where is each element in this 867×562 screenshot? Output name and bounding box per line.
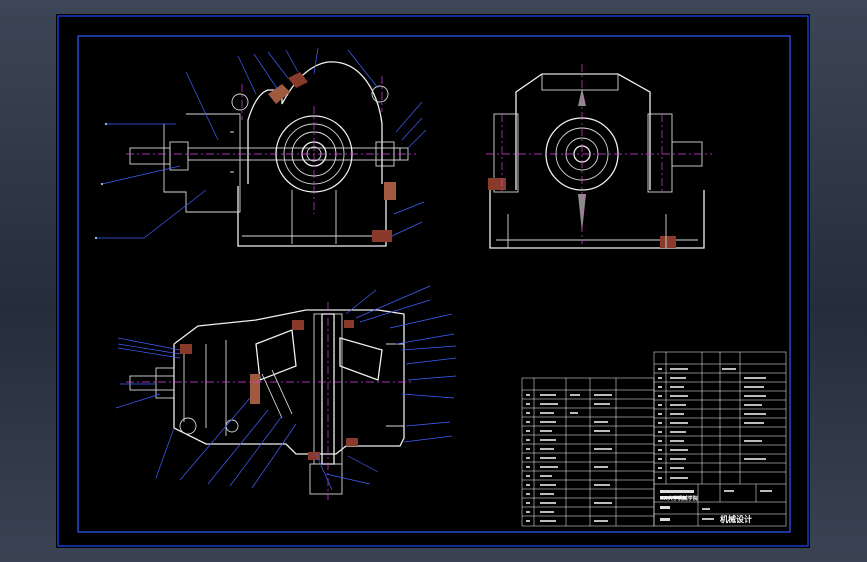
- plan-input-shaft: [129, 375, 175, 391]
- side-right-cap: [647, 113, 673, 193]
- plan-inner-walls: [183, 340, 227, 436]
- side-foot-lines: [507, 214, 667, 248]
- plan-bevel-gear-right: [339, 337, 383, 381]
- front-oil-level-hatch: [384, 182, 396, 200]
- side-foot-hatch: [660, 236, 676, 248]
- plan-bolt-hole-1: [179, 417, 197, 435]
- title-block-school: XX大学机械学院: [660, 495, 698, 502]
- front-leader-lines: [96, 47, 427, 239]
- front-vent-hatch: [268, 84, 290, 104]
- plan-input-cap: [155, 367, 175, 399]
- plan-hatch-6: [250, 374, 260, 404]
- plan-section-view[interactable]: [115, 285, 457, 500]
- plan-bolt-hole-2: [225, 419, 239, 433]
- front-left-flange: [163, 124, 241, 213]
- front-eye-centerlines: [241, 76, 383, 120]
- side-top-cover: [541, 73, 619, 91]
- plan-hatch-3: [344, 320, 354, 328]
- plan-leader-lines: [115, 285, 457, 491]
- front-lift-eye-left: [231, 93, 249, 111]
- side-view[interactable]: [486, 64, 712, 249]
- title-block-drawing-title: 机械设计: [720, 514, 752, 524]
- drawing-canvas[interactable]: XX大学机械学院 机械设计: [56, 14, 810, 548]
- plan-hatch-1: [180, 344, 192, 354]
- plan-hatch-2: [292, 320, 304, 330]
- sheet-outer-border: [57, 15, 809, 547]
- front-left-bearing-cap: [186, 113, 241, 186]
- front-balloon-1: [104, 122, 108, 126]
- front-vent-hatch-2: [288, 72, 308, 88]
- cad-drawing-svg: XX大学机械学院 机械设计: [57, 15, 809, 547]
- bill-of-materials-table[interactable]: XX大学机械学院 机械设计: [521, 351, 787, 527]
- front-base-outline: [237, 186, 387, 247]
- plan-right-cover: [386, 343, 405, 427]
- front-balloon-3: [94, 236, 98, 240]
- front-foot-hatch-right: [372, 230, 392, 242]
- front-view[interactable]: [94, 47, 427, 247]
- side-housing-outline: [515, 73, 651, 190]
- front-balloon-2: [100, 182, 104, 186]
- plan-bevel-gear-left: [255, 329, 297, 381]
- side-left-hatch: [488, 178, 506, 190]
- front-bolt-lines: [230, 131, 337, 244]
- sheet-inner-border: [77, 35, 791, 533]
- plan-output-shaft: [309, 463, 343, 495]
- cad-viewport: XX大学机械学院 机械设计: [0, 0, 867, 562]
- front-input-seal: [169, 141, 189, 171]
- plan-hatch-4: [346, 438, 358, 446]
